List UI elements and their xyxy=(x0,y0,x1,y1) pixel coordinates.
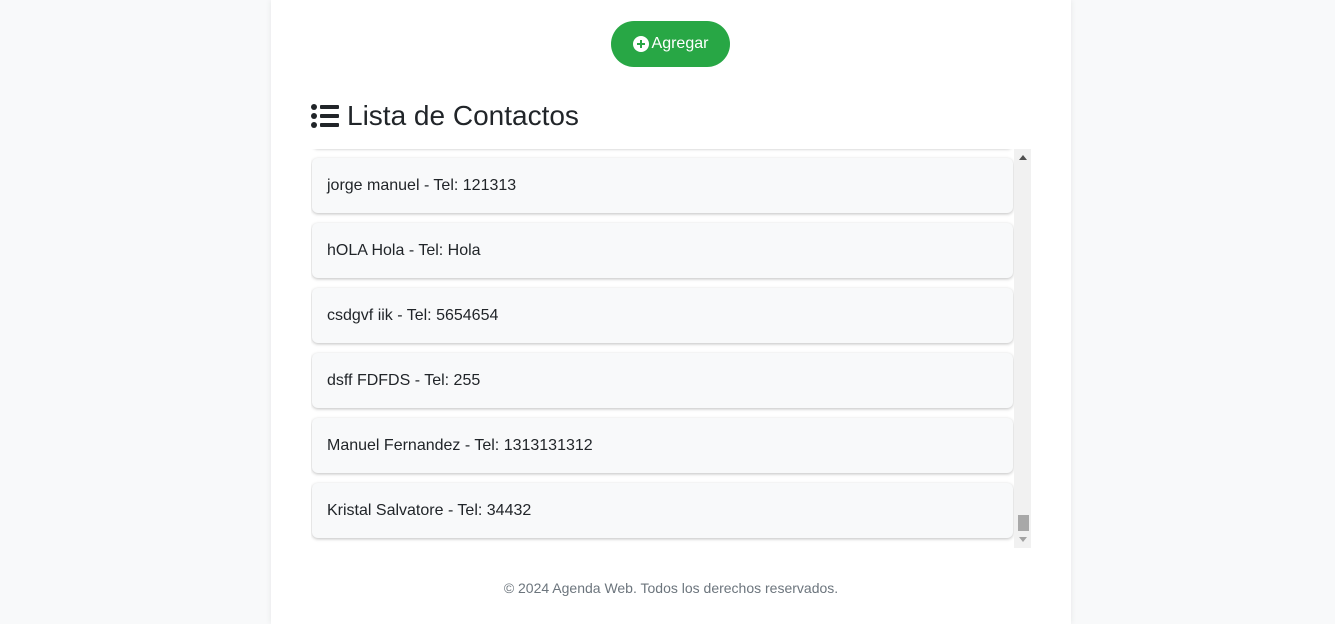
contacts-list: jorge manuel - Tel: 121313 hOLA Hola - T… xyxy=(311,149,1014,548)
vertical-scrollbar[interactable] xyxy=(1014,149,1031,548)
scroll-down-button[interactable] xyxy=(1014,531,1031,548)
list-item[interactable]: Manuel Fernandez - Tel: 1313131312 xyxy=(312,418,1013,473)
main-card: Agregar Lista de Contactos jorge manuel … xyxy=(271,0,1071,624)
arrow-down-icon xyxy=(1018,537,1027,542)
contacts-list-title: Lista de Contactos xyxy=(311,98,579,134)
scroll-up-button[interactable] xyxy=(1014,149,1031,166)
contacts-list-title-text: Lista de Contactos xyxy=(347,100,579,131)
contacts-scroll-area[interactable]: jorge manuel - Tel: 121313 hOLA Hola - T… xyxy=(311,149,1031,548)
list-item[interactable]: Kristal Salvatore - Tel: 34432 xyxy=(312,483,1013,538)
scrollbar-thumb[interactable] xyxy=(1018,515,1029,531)
footer-copyright: © 2024 Agenda Web. Todos los derechos re… xyxy=(503,580,839,596)
list-item[interactable]: hOLA Hola - Tel: Hola xyxy=(312,223,1013,278)
arrow-up-icon xyxy=(1018,155,1027,160)
list-item[interactable]: dsff FDFDS - Tel: 255 xyxy=(312,353,1013,408)
list-item[interactable]: jorge manuel - Tel: 121313 xyxy=(312,158,1013,213)
add-contact-button[interactable]: Agregar xyxy=(611,21,730,67)
list-icon xyxy=(311,104,339,128)
add-contact-label: Agregar xyxy=(651,35,709,52)
list-item[interactable]: csdgvf iik - Tel: 5654654 xyxy=(312,288,1013,343)
plus-circle-icon xyxy=(632,36,649,52)
